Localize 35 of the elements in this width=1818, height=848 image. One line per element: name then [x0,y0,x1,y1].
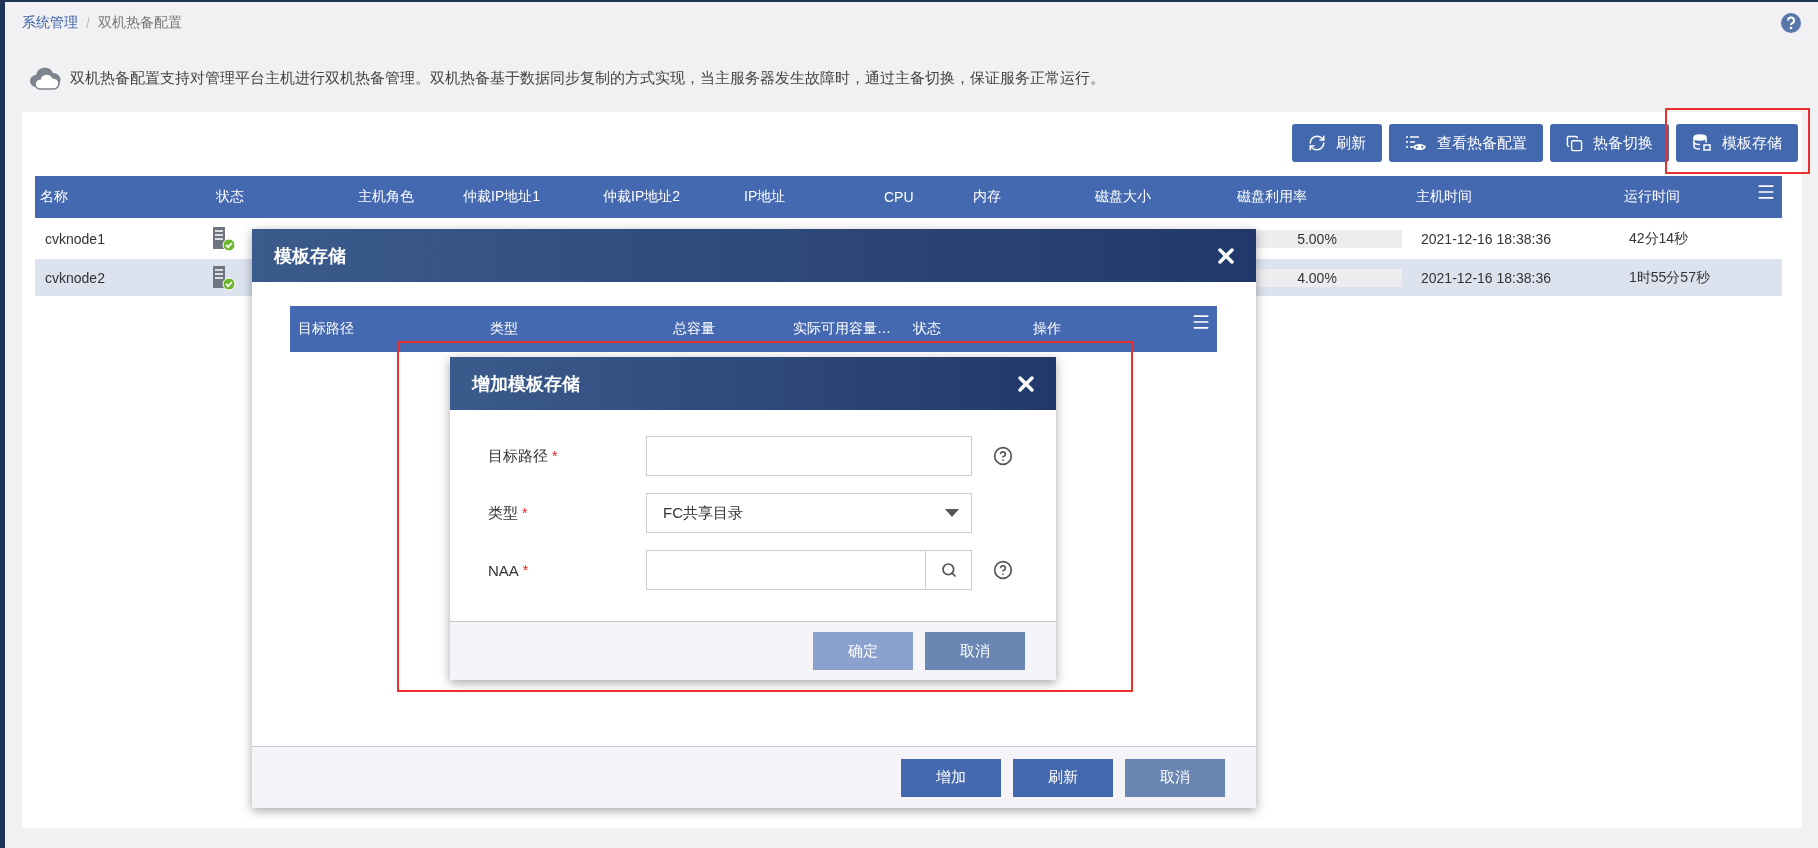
column-header: 磁盘利用率 [1236,188,1308,206]
column-header: 内存 [972,188,1002,206]
column-header: 磁盘大小 [1094,188,1152,206]
column-header: 状态 [215,188,245,206]
column-header: IP地址 [743,188,787,206]
table-cell-text: 2021-12-16 18:38:36 [1420,269,1552,286]
required-mark: * [522,505,528,521]
column-header: 主机时间 [1415,188,1473,206]
dialog-title: 增加模板存储 [472,372,580,396]
column-header: 仲裁IP地址2 [602,188,681,206]
field-label: 类型 [488,503,518,523]
field-label: 目标路径 [488,446,548,466]
required-mark: * [552,448,558,464]
field-label: NAA [488,561,519,579]
column-header: 总容量 [672,320,716,338]
column-header: 主机角色 [357,188,415,206]
required-mark: * [522,562,529,578]
info-text: 双机热备配置支持对管理平台主机进行双机热备管理。双机热备基于数据同步复制的方式实现，当主服务器发生故障时，通过主备切换，保证服务正常运行。 [70,68,1105,88]
column-header: 类型 [489,320,519,338]
column-header: 名称 [39,188,69,206]
table-cell-text: 1时55分57秒 [1628,268,1711,287]
table-cell-text: 2021-12-16 18:38:36 [1420,230,1552,247]
column-header: 操作 [1032,320,1062,338]
column-header: CPU [883,189,915,205]
column-header: 仲裁IP地址1 [462,188,541,206]
table-cell-text: cvknode2 [44,269,106,286]
breadcrumb-current: 双机热备配置 [97,14,182,32]
column-header: 目标路径 [297,320,355,338]
table-cell-text: cvknode1 [44,230,106,247]
dialog-title: 模板存储 [274,244,346,268]
column-header: 实际可用容量… [792,320,892,338]
breadcrumb-separator: / [86,15,90,31]
column-header: 状态 [912,320,942,338]
column-header: 运行时间 [1623,188,1681,206]
table-cell-text: 42分14秒 [1628,229,1690,248]
